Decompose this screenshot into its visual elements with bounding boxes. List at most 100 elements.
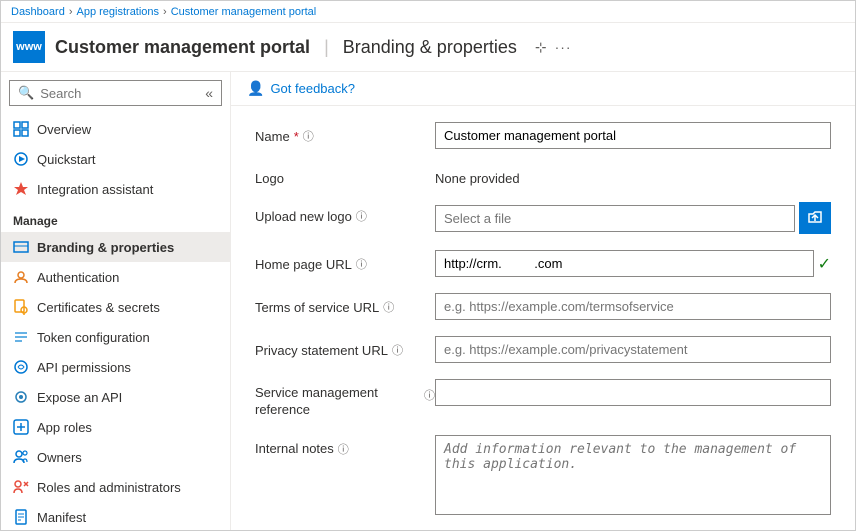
app-icon: www <box>13 31 45 63</box>
control-notes <box>435 435 831 518</box>
label-name: Name * ⓘ <box>255 122 435 144</box>
sidebar-item-integration[interactable]: Integration assistant <box>1 174 230 204</box>
sidebar-item-quickstart[interactable]: Quickstart <box>1 144 230 174</box>
upload-input[interactable] <box>435 205 795 232</box>
name-input[interactable] <box>435 122 831 149</box>
cert-icon <box>13 299 29 315</box>
search-icon: 🔍 <box>18 85 34 101</box>
sidebar-label-roles: Roles and administrators <box>37 480 181 495</box>
roles-icon <box>13 479 29 495</box>
branding-icon <box>13 239 29 255</box>
sidebar-label-owners: Owners <box>37 450 82 465</box>
sidebar-item-owners[interactable]: Owners <box>1 442 230 472</box>
control-homeurl: ✓ <box>435 250 831 277</box>
control-name <box>435 122 831 149</box>
label-notes: Internal notes ⓘ <box>255 435 435 457</box>
control-upload <box>435 202 831 234</box>
control-terms <box>435 293 831 320</box>
label-serviceref: Service management reference ⓘ <box>255 379 435 419</box>
sidebar-label-api: API permissions <box>37 360 131 375</box>
sidebar-item-api[interactable]: API permissions <box>1 352 230 382</box>
sidebar-item-expose[interactable]: Expose an API <box>1 382 230 412</box>
check-icon: ✓ <box>818 254 831 274</box>
form-row-logo: Logo None provided <box>255 165 831 186</box>
form-row-notes: Internal notes ⓘ <box>255 435 831 518</box>
form-row-serviceref: Service management reference ⓘ <box>255 379 831 419</box>
info-icon-terms[interactable]: ⓘ <box>383 299 394 315</box>
manage-section-label: Manage <box>1 204 230 232</box>
feedback-text[interactable]: Got feedback? <box>270 81 355 96</box>
info-icon-homeurl[interactable]: ⓘ <box>356 256 367 272</box>
sidebar-item-overview[interactable]: Overview <box>1 114 230 144</box>
breadcrumb-dashboard[interactable]: Dashboard <box>11 6 65 18</box>
form-row-homeurl: Home page URL ⓘ ✓ <box>255 250 831 277</box>
control-logo: None provided <box>435 165 831 186</box>
expose-icon <box>13 389 29 405</box>
privacy-input[interactable] <box>435 336 831 363</box>
sidebar-item-approles[interactable]: App roles <box>1 412 230 442</box>
label-terms: Terms of service URL ⓘ <box>255 293 435 315</box>
auth-icon <box>13 269 29 285</box>
owners-icon <box>13 449 29 465</box>
info-icon-upload[interactable]: ⓘ <box>356 208 367 224</box>
sidebar-label-manifest: Manifest <box>37 510 86 525</box>
sidebar-label-certs: Certificates & secrets <box>37 300 160 315</box>
label-upload: Upload new logo ⓘ <box>255 202 435 224</box>
feedback-icon: 👤 <box>247 80 264 97</box>
manifest-icon <box>13 509 29 525</box>
homeurl-input[interactable] <box>435 250 814 277</box>
quickstart-icon <box>13 151 29 167</box>
sidebar-item-certificates[interactable]: Certificates & secrets <box>1 292 230 322</box>
label-logo: Logo <box>255 165 435 186</box>
sidebar-item-manifest[interactable]: Manifest <box>1 502 230 530</box>
integration-icon <box>13 181 29 197</box>
info-icon-serviceref[interactable]: ⓘ <box>424 387 435 403</box>
content-area: 👤 Got feedback? Name * ⓘ <box>231 72 855 530</box>
page-header: www Customer management portal | Brandin… <box>1 23 855 72</box>
info-icon-notes[interactable]: ⓘ <box>338 441 349 457</box>
label-homeurl: Home page URL ⓘ <box>255 250 435 272</box>
search-input[interactable] <box>40 86 199 101</box>
page-subtitle: Branding & properties <box>343 37 517 58</box>
pin-icon[interactable]: ⊹ <box>535 39 547 56</box>
sidebar-label-integration: Integration assistant <box>37 182 153 197</box>
form-row-privacy: Privacy statement URL ⓘ <box>255 336 831 363</box>
notes-textarea[interactable] <box>435 435 831 515</box>
control-serviceref <box>435 379 831 406</box>
terms-input[interactable] <box>435 293 831 320</box>
sidebar-item-roles[interactable]: Roles and administrators <box>1 472 230 502</box>
upload-browse-button[interactable] <box>799 202 831 234</box>
token-icon <box>13 329 29 345</box>
overview-icon <box>13 121 29 137</box>
label-privacy: Privacy statement URL ⓘ <box>255 336 435 358</box>
form-row-upload: Upload new logo ⓘ <box>255 202 831 234</box>
breadcrumb-current: Customer management portal <box>171 6 317 18</box>
sidebar-label-overview: Overview <box>37 122 91 137</box>
form-row-name: Name * ⓘ <box>255 122 831 149</box>
approles-icon <box>13 419 29 435</box>
search-box[interactable]: 🔍 « <box>9 80 222 106</box>
sidebar-label-auth: Authentication <box>37 270 119 285</box>
sidebar: 🔍 « Overview Quickstart In <box>1 72 231 530</box>
page-title: Customer management portal <box>55 37 310 58</box>
feedback-bar[interactable]: 👤 Got feedback? <box>231 72 855 106</box>
sidebar-label-expose: Expose an API <box>37 390 122 405</box>
sidebar-item-authentication[interactable]: Authentication <box>1 262 230 292</box>
sidebar-label-approles: App roles <box>37 420 92 435</box>
collapse-icon[interactable]: « <box>205 85 213 101</box>
sidebar-label-token: Token configuration <box>37 330 150 345</box>
more-icon[interactable]: ··· <box>555 39 572 55</box>
logo-value: None provided <box>435 165 831 186</box>
form-area: Name * ⓘ Logo None provided <box>231 106 855 530</box>
info-icon-name[interactable]: ⓘ <box>303 128 314 144</box>
form-row-terms: Terms of service URL ⓘ <box>255 293 831 320</box>
sidebar-label-branding: Branding & properties <box>37 240 174 255</box>
breadcrumb: Dashboard › App registrations › Customer… <box>1 1 855 23</box>
control-privacy <box>435 336 831 363</box>
info-icon-privacy[interactable]: ⓘ <box>392 342 403 358</box>
sidebar-item-branding[interactable]: Branding & properties <box>1 232 230 262</box>
sidebar-label-quickstart: Quickstart <box>37 152 96 167</box>
breadcrumb-app-registrations[interactable]: App registrations <box>77 6 160 18</box>
sidebar-item-token[interactable]: Token configuration <box>1 322 230 352</box>
serviceref-input[interactable] <box>435 379 831 406</box>
